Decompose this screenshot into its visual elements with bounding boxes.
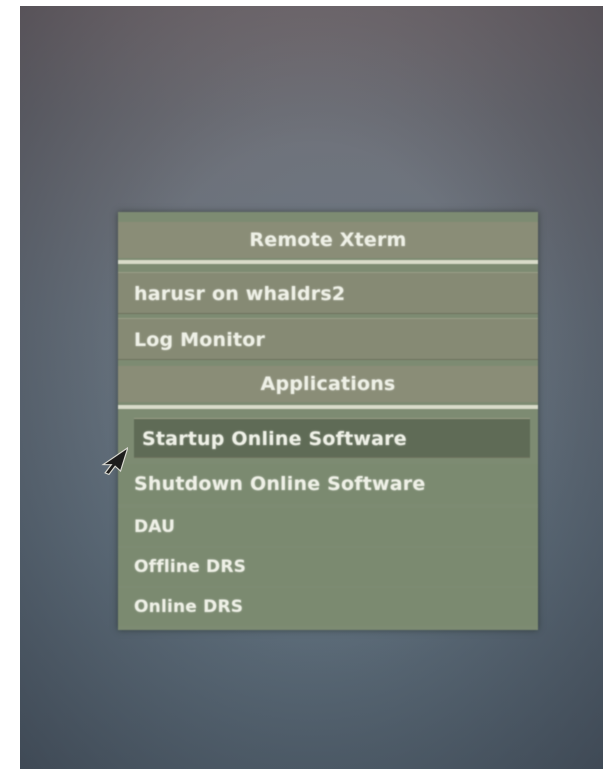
menu-header-applications: Applications bbox=[118, 366, 538, 402]
menu-title-remote-xterm: Remote Xterm bbox=[118, 222, 538, 258]
menu-separator bbox=[118, 405, 538, 409]
menu-item-offline-drs[interactable]: Offline DRS bbox=[118, 548, 538, 586]
menu-item-dau[interactable]: DAU bbox=[118, 508, 538, 546]
menu-item-startup-online-software[interactable]: Startup Online Software bbox=[134, 418, 530, 458]
root-menu: Remote Xterm harusr on whaldrs2 Log Moni… bbox=[118, 212, 538, 630]
arrow-cursor-icon bbox=[101, 446, 128, 476]
menu-item-shutdown-online-software[interactable]: Shutdown Online Software bbox=[118, 464, 538, 504]
menu-item-log-monitor[interactable]: Log Monitor bbox=[118, 318, 538, 360]
menu-item-harusr-on-whaldrs2[interactable]: harusr on whaldrs2 bbox=[118, 272, 538, 314]
desktop-background: Remote Xterm harusr on whaldrs2 Log Moni… bbox=[20, 6, 603, 769]
menu-separator bbox=[118, 260, 538, 264]
menu-item-online-drs[interactable]: Online DRS bbox=[118, 588, 538, 626]
